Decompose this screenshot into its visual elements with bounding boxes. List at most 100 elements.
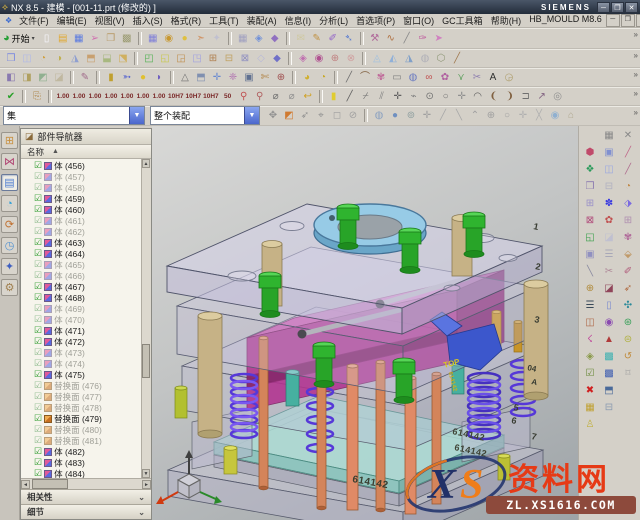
- navigator-item[interactable]: ☑ 体 (466): [21, 270, 142, 281]
- toolbar-icon[interactable]: ▮: [326, 89, 342, 104]
- menu-item[interactable]: 文件(F): [15, 14, 53, 27]
- toolbar-icon[interactable]: ◗: [151, 70, 167, 85]
- mold-tool-icon[interactable]: ◪: [601, 230, 617, 245]
- mold-tool-icon[interactable]: ▲: [601, 332, 617, 347]
- checkbox-icon[interactable]: ☑: [34, 183, 42, 192]
- toolbar-icon[interactable]: ❩: [502, 89, 518, 104]
- toolbar-icon[interactable]: ⊐: [518, 89, 534, 104]
- checkbox-icon[interactable]: ☑: [34, 172, 42, 181]
- mold-tool-icon[interactable]: ◫: [582, 315, 598, 330]
- navigator-item[interactable]: ☑ 体 (457): [21, 171, 142, 182]
- menu-item[interactable]: 插入(S): [129, 14, 167, 27]
- selection-toolbar-icon[interactable]: ○: [499, 108, 515, 123]
- toolbar-icon[interactable]: ↩: [300, 89, 316, 104]
- checkbox-icon[interactable]: ☑: [34, 392, 42, 401]
- start-button[interactable]: ◕ 开始 ▾: [3, 32, 35, 45]
- toolbar-icon[interactable]: ∿: [383, 31, 399, 46]
- toolbar-icon[interactable]: ◪: [51, 70, 67, 85]
- checkbox-icon[interactable]: ☑: [34, 447, 42, 456]
- scroll-down-icon[interactable]: ▼: [142, 469, 150, 478]
- toolbar-icon[interactable]: ▣: [241, 70, 257, 85]
- toolbar-icon[interactable]: [285, 31, 290, 45]
- mold-tool-icon[interactable]: ╱: [620, 145, 636, 160]
- toolbar-icon[interactable]: ◍: [405, 70, 421, 85]
- mold-tool-icon[interactable]: ⊟: [601, 179, 617, 194]
- checkbox-icon[interactable]: ☑: [34, 359, 42, 368]
- mold-tool-icon[interactable]: ✽: [601, 196, 617, 211]
- mold-tool-icon[interactable]: ❖: [582, 162, 598, 177]
- mold-tool-icon[interactable]: ⊟: [601, 400, 617, 415]
- navigator-item[interactable]: ☑ 体 (467): [21, 281, 142, 292]
- scroll-up-icon[interactable]: ▲: [142, 159, 150, 168]
- selection-toolbar-icon[interactable]: ⊕: [483, 108, 499, 123]
- mold-tool-icon[interactable]: ▩: [601, 366, 617, 381]
- checkbox-icon[interactable]: ☑: [34, 271, 42, 280]
- toolbar-icon[interactable]: ⬓: [99, 51, 115, 66]
- sort-ascending-icon[interactable]: ▲: [52, 148, 59, 155]
- toolbar-icon[interactable]: ⌀: [268, 89, 284, 104]
- checkbox-icon[interactable]: ☑: [34, 304, 42, 313]
- mold-tool-icon[interactable]: ☰: [582, 298, 598, 313]
- checkbox-icon[interactable]: ☑: [34, 370, 42, 379]
- toolbar-icon[interactable]: ▤: [55, 31, 71, 46]
- mold-tool-icon[interactable]: ⬙: [620, 247, 636, 262]
- toolbar-icon[interactable]: ✛: [390, 89, 406, 104]
- toolbar-icon[interactable]: [359, 31, 364, 45]
- mold-tool-icon[interactable]: ▣: [582, 247, 598, 262]
- navigator-item[interactable]: ☑ 体 (459): [21, 193, 142, 204]
- toolbar-icon[interactable]: ◬: [369, 51, 385, 66]
- scrollbar-thumb[interactable]: [142, 344, 150, 379]
- toolbar-icon[interactable]: ◑: [51, 51, 67, 66]
- toolbar-icon[interactable]: ◩: [35, 70, 51, 85]
- mold-tool-icon[interactable]: ❒: [582, 179, 598, 194]
- navigator-item[interactable]: ☑ 体 (456): [21, 160, 142, 171]
- dropdown-arrow-icon[interactable]: ▼: [129, 107, 144, 124]
- toolbar-icon[interactable]: ◨: [19, 70, 35, 85]
- mold-tool-icon[interactable]: ⬢: [582, 145, 598, 160]
- toolbar-icon[interactable]: 1.00: [71, 89, 87, 104]
- mold-tool-icon[interactable]: ◪: [601, 281, 617, 296]
- toolbar-icon[interactable]: ▦: [145, 31, 161, 46]
- menu-item[interactable]: 视图(V): [91, 14, 129, 27]
- section-details[interactable]: 细节 ⌄: [21, 504, 151, 519]
- toolbar-icon[interactable]: ◔: [35, 51, 51, 66]
- checkbox-icon[interactable]: ☑: [34, 205, 42, 214]
- checkbox-icon[interactable]: ☑: [34, 403, 42, 412]
- navigator-item[interactable]: ☑ 替换面 (477): [21, 391, 142, 402]
- checkbox-icon[interactable]: ☑: [34, 216, 42, 225]
- navigator-item[interactable]: ☑ 体 (471): [21, 325, 142, 336]
- toolbar-icon[interactable]: ◧: [3, 70, 19, 85]
- mold-tool-icon[interactable]: [601, 417, 617, 432]
- mold-tool-icon[interactable]: ✐: [620, 264, 636, 279]
- toolbar-icon[interactable]: ◎: [550, 89, 566, 104]
- toolbar-icon[interactable]: [48, 89, 52, 103]
- checkbox-icon[interactable]: ☑: [34, 337, 42, 346]
- checkbox-icon[interactable]: ☑: [34, 249, 42, 258]
- toolbar-icon[interactable]: ▯: [39, 31, 55, 46]
- vertical-scrollbar[interactable]: ▲ ▼: [141, 159, 151, 478]
- mold-tool-icon[interactable]: ╲: [582, 264, 598, 279]
- toolbar-icon[interactable]: [334, 70, 338, 84]
- mold-tool-icon[interactable]: ➶: [620, 281, 636, 296]
- toolbar-icon[interactable]: ◮: [67, 51, 83, 66]
- toolbar-icon[interactable]: ➣: [193, 31, 209, 46]
- mold-tool-icon[interactable]: ▯: [601, 298, 617, 313]
- mold-tool-icon[interactable]: ✂: [601, 264, 617, 279]
- toolbar-icon[interactable]: 10H7: [167, 89, 185, 104]
- right-toolbar-icon[interactable]: ✕: [620, 128, 636, 143]
- toolbar-icon[interactable]: ◮: [401, 51, 417, 66]
- toolbar-icon[interactable]: ⊕: [327, 51, 343, 66]
- navigator-item[interactable]: ☑ 替换面 (476): [21, 380, 142, 391]
- checkbox-icon[interactable]: ☑: [34, 194, 42, 203]
- mold-tool-icon[interactable]: ▣: [601, 145, 617, 160]
- menu-item[interactable]: 格式(R): [167, 14, 206, 27]
- toolbar-icon[interactable]: ⫽: [374, 89, 390, 104]
- web-browser-icon[interactable]: ◔: [1, 195, 18, 212]
- mold-tool-icon[interactable]: ⊞: [582, 196, 598, 211]
- constraint-navigator-icon[interactable]: ⋈: [1, 153, 18, 170]
- navigator-item[interactable]: ☑ 替换面 (479): [21, 413, 142, 424]
- toolbar-icon[interactable]: ⚲: [236, 89, 252, 104]
- mold-tool-icon[interactable]: ✿: [601, 213, 617, 228]
- selection-toolbar-icon[interactable]: ✛: [515, 108, 531, 123]
- toolbar-icon[interactable]: ▦: [71, 31, 87, 46]
